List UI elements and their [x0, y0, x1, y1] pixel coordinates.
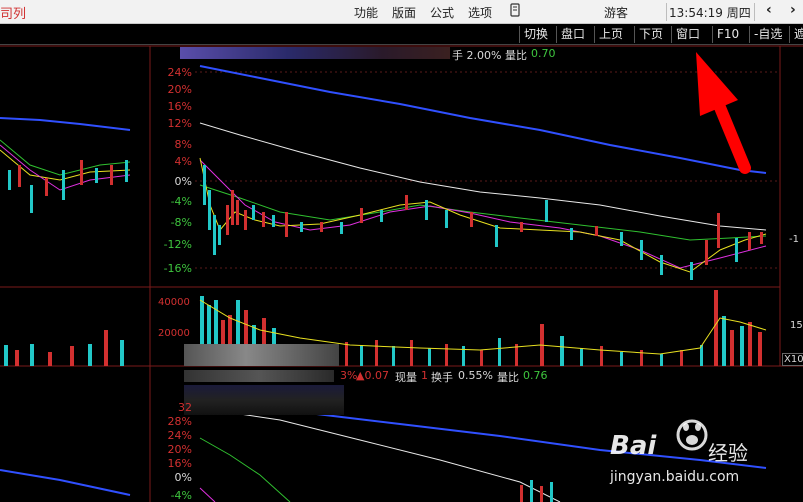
- watermark-url: jingyan.baidu.com: [610, 469, 740, 485]
- watermark-suffix: 经验: [708, 441, 748, 465]
- watermark: Bai 经验 jingyan.baidu.com: [608, 413, 798, 498]
- watermark-brand: Bai: [610, 431, 657, 461]
